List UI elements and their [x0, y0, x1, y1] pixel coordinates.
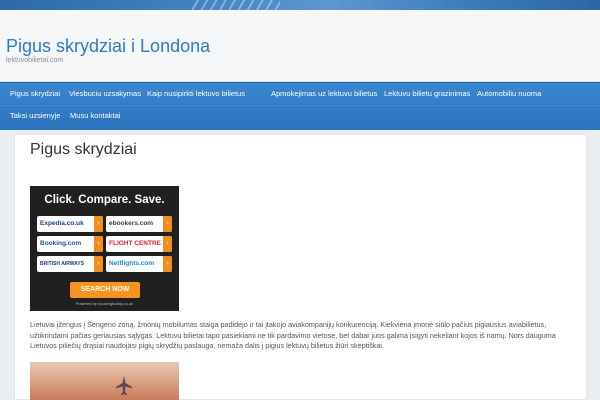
ad-powered-by: Powered by bookingbuddy.co.uk	[75, 301, 134, 306]
airplane-icon	[116, 376, 132, 395]
ad-tile-label: ebookers.com	[109, 220, 154, 227]
ad-tile-netflights[interactable]: Netflights.com ›	[106, 256, 172, 272]
nav-item-apmokejimas[interactable]: Apmokejimas uz lektuvu bilietus	[271, 89, 377, 98]
article-text: Lietuvai įžengus į Šengeno zoną, žmonių …	[30, 320, 578, 352]
chevron-right-icon: ›	[94, 256, 103, 272]
ad-tile-british-airways[interactable]: BRITISH AIRWAYS ›	[37, 256, 103, 272]
ad-tile-expedia[interactable]: Expedia.co.uk ›	[37, 216, 103, 232]
article-line: Lietuvai įžengus į Šengeno zoną, žmonių …	[30, 320, 547, 329]
chevron-right-icon: ›	[163, 256, 172, 272]
nav-item-viesbuciu-uzsakymas[interactable]: Viesbuciu uzsakymas	[69, 89, 141, 98]
nav-item-taksi[interactable]: Taksi uzsienyje	[10, 111, 60, 120]
article-line: užtikrindami pačias geriausias sąlygas. …	[30, 330, 556, 340]
chevron-right-icon: ›	[94, 236, 103, 252]
airplane-photo	[30, 362, 179, 400]
article-line: Lietuvos piliečių drąsiai naudojasi pigi…	[30, 341, 384, 350]
ad-tile-label: FLIGHT CENTRE	[109, 240, 161, 247]
banner-decoration	[190, 0, 280, 10]
ad-tile-label: Netflights.com	[109, 260, 155, 267]
ad-tile-ebookers[interactable]: ebookers.com ›	[106, 216, 172, 232]
nav-row-divider	[0, 105, 600, 106]
chevron-right-icon: ›	[163, 236, 172, 252]
chevron-right-icon: ›	[163, 216, 172, 232]
top-banner-strip	[0, 0, 600, 10]
page-title: Pigus skrydziai	[30, 141, 137, 158]
nav-item-pigus-skrydziai[interactable]: Pigus skrydziai	[10, 89, 60, 98]
nav-item-automobiliu-nuoma[interactable]: Automobiliu nuoma	[477, 89, 541, 98]
ad-tile-flight-centre[interactable]: FLIGHT CENTRE ›	[106, 236, 172, 252]
site-tagline: lektuvobilietai.com	[6, 57, 64, 64]
main-navigation: Pigus skrydziai Viesbuciu uzsakymas Kaip…	[0, 82, 600, 130]
ad-tile-label: Booking.com	[40, 240, 82, 247]
ad-headline: Click. Compare. Save.	[44, 194, 165, 206]
site-title[interactable]: Pigus skrydziai i Londona	[6, 36, 210, 57]
nav-item-bilietu-grazinimas[interactable]: Lektuvu bilietu grazinimas	[384, 89, 470, 98]
nav-item-kontaktai[interactable]: Musu kontaktai	[70, 111, 120, 120]
site-header: Pigus skrydziai i Londona lektuvobilieta…	[0, 10, 600, 82]
nav-item-kaip-nusipirkti[interactable]: Kaip nusipirkti lektuvo bilietus	[147, 89, 245, 98]
ad-tile-label: BRITISH AIRWAYS	[40, 261, 84, 267]
ad-tile-label: Expedia.co.uk	[40, 220, 84, 227]
search-now-button[interactable]: SEARCH NOW	[70, 282, 140, 298]
booking-ad-banner[interactable]: Click. Compare. Save. Expedia.co.uk › eb…	[30, 186, 179, 311]
ad-tile-booking[interactable]: Booking.com ›	[37, 236, 103, 252]
chevron-right-icon: ›	[94, 216, 103, 232]
